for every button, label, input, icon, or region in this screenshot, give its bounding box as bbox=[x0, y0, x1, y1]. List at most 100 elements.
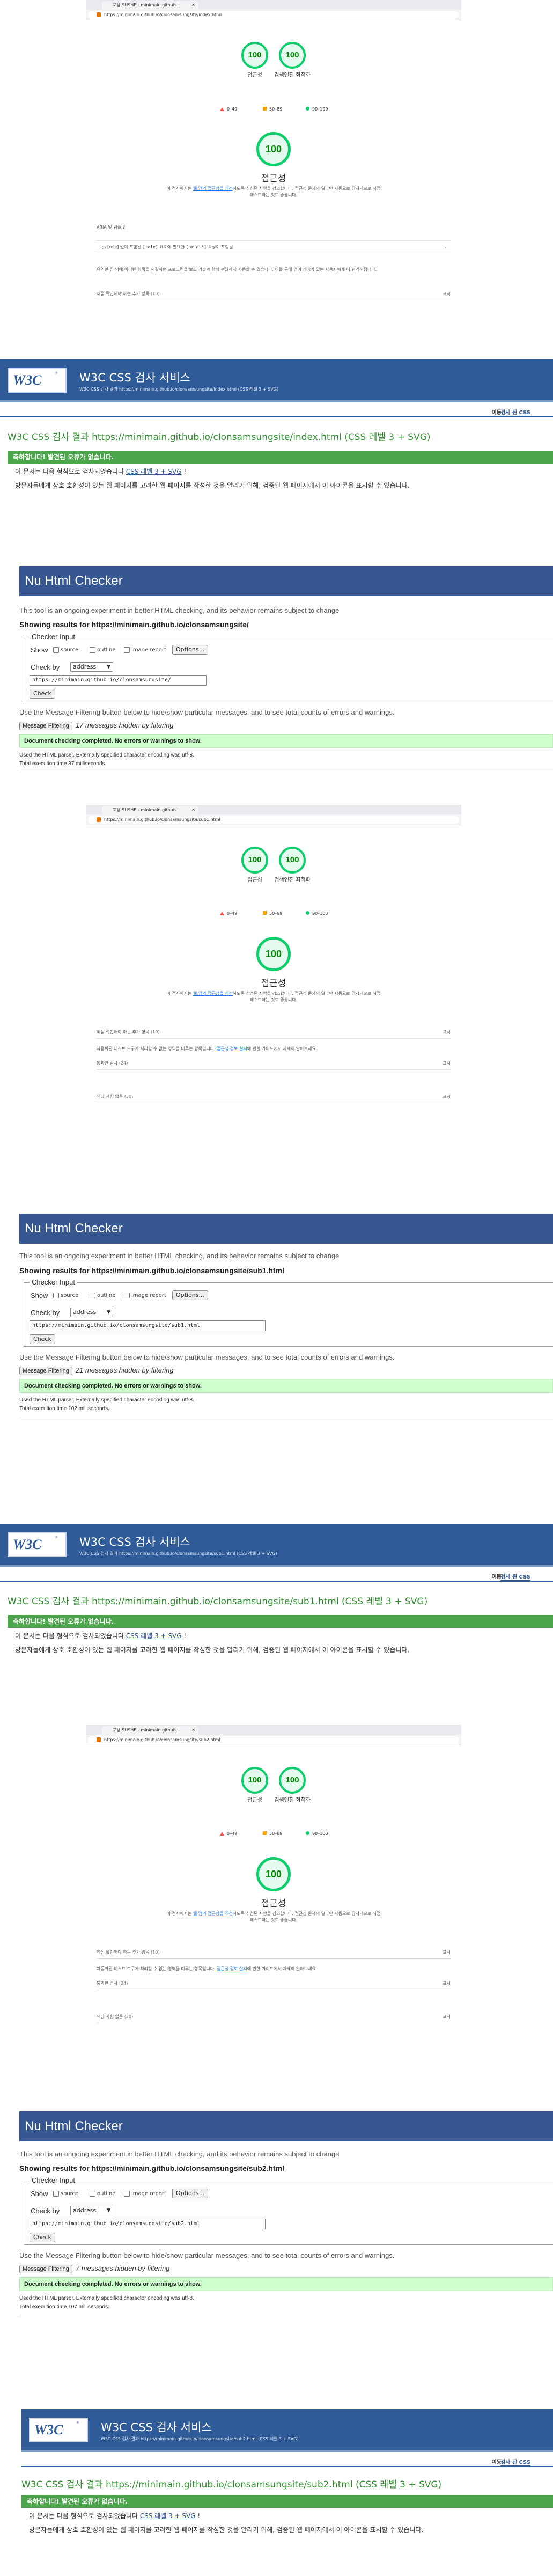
execution-time: Total execution time 107 milliseconds. bbox=[19, 2304, 109, 2310]
gauge-accessibility[interactable]: 100 bbox=[241, 847, 268, 874]
fieldset-legend: Checker Input bbox=[30, 633, 77, 641]
square-icon bbox=[263, 1831, 267, 1835]
url-input[interactable]: https://minimain.github.io/clonsamsungsi… bbox=[30, 2219, 266, 2229]
browser-tab[interactable]: 포용 SUSHE - minimain.github.i ✕ bbox=[102, 1, 198, 10]
chevron-down-icon: ▼ bbox=[107, 664, 110, 670]
chevron-down-icon: ⌄ bbox=[444, 245, 447, 249]
outline-checkbox[interactable] bbox=[90, 2191, 95, 2197]
gauge-accessibility[interactable]: 100 bbox=[241, 1767, 268, 1794]
w3c-logo[interactable]: W3C ® bbox=[8, 1532, 67, 1557]
checkbox-label: source bbox=[61, 647, 79, 653]
audit-group-manual[interactable]: 직접 확인해야 하는 추가 항목 (10) 표시 bbox=[97, 1026, 451, 1039]
show-toggle[interactable]: 표시 bbox=[443, 1026, 451, 1039]
close-icon[interactable]: ✕ bbox=[191, 1726, 195, 1735]
options-button[interactable]: Options... bbox=[172, 1290, 208, 1300]
audit-group-na[interactable]: 해당 사항 없음 (30) 표시 bbox=[97, 2010, 451, 2023]
w3c-logo[interactable]: W3C ® bbox=[29, 2418, 88, 2442]
legend-pass: 90–100 bbox=[306, 107, 328, 112]
outline-checkbox[interactable] bbox=[90, 647, 95, 653]
checked-css-link[interactable]: 검사 된 CSS bbox=[500, 408, 530, 416]
audit-group-passed[interactable]: 통과한 검사 (24) 표시 bbox=[97, 1977, 451, 1990]
audit-group-manual[interactable]: 직접 확인해야 하는 추가 항목 (10) 표시 bbox=[97, 288, 451, 300]
image-report-checkbox[interactable] bbox=[124, 1293, 130, 1298]
w3c-header: W3C ® W3C CSS 검사 서비스 W3C CSS 검사 결과 https:… bbox=[0, 359, 553, 402]
audit-group-manual[interactable]: 직접 확인해야 하는 추가 항목 (10) 표시 bbox=[97, 1946, 451, 1959]
checker-input-fieldset: Checker Input Show source outline image … bbox=[24, 633, 553, 701]
nu-showing-results: Showing results for https://minimain.git… bbox=[19, 1266, 284, 1275]
message-filtering-button[interactable]: Message Filtering bbox=[19, 722, 72, 730]
review-guide-link[interactable]: 접근성 검토 실시 bbox=[217, 1966, 247, 1971]
accessibility-link[interactable]: 웹 앱의 접근성을 개선 bbox=[193, 1911, 233, 1916]
tab-title: 포용 SUSHE - minimain.github.i bbox=[113, 3, 179, 8]
show-toggle[interactable]: 표시 bbox=[443, 1090, 451, 1103]
show-toggle[interactable]: 표시 bbox=[443, 1946, 451, 1959]
lighthouse-report-index: 포용 SUSHE - minimain.github.i ✕ https://mi… bbox=[86, 0, 461, 343]
image-report-checkbox[interactable] bbox=[124, 2191, 130, 2197]
show-toggle[interactable]: 표시 bbox=[443, 288, 451, 300]
review-guide-link[interactable]: 접근성 검토 실시 bbox=[217, 1046, 247, 1051]
source-checkbox[interactable] bbox=[53, 1293, 59, 1298]
audit-group-passed[interactable]: 통과한 검사 (24) 표시 bbox=[97, 1057, 451, 1070]
css-level-link[interactable]: CSS 레벨 3 + SVG bbox=[140, 2512, 196, 2520]
w3c-header: W3C ® W3C CSS 검사 서비스 W3C CSS 검사 결과 https:… bbox=[21, 2409, 553, 2452]
message-filter-row: Message Filtering 7 messages hidden by fi… bbox=[19, 2264, 169, 2273]
options-button[interactable]: Options... bbox=[172, 645, 208, 655]
css-level-link[interactable]: CSS 레벨 3 + SVG bbox=[126, 1632, 182, 1640]
accessibility-link[interactable]: 웹 앱의 접근성을 개선 bbox=[193, 991, 233, 996]
source-checkbox[interactable] bbox=[53, 2191, 59, 2197]
css-level-link[interactable]: CSS 레벨 3 + SVG bbox=[126, 468, 182, 475]
close-icon[interactable]: ✕ bbox=[191, 1, 195, 10]
checked-css-link[interactable]: 검사 된 CSS bbox=[500, 1572, 530, 1581]
success-message: Document checking completed. No errors o… bbox=[19, 734, 553, 748]
url-input[interactable]: https://minimain.github.io/clonsamsungsi… bbox=[30, 675, 207, 686]
tab-strip: 포용 SUSHE - minimain.github.i ✕ bbox=[86, 805, 461, 814]
check-by-select[interactable]: address ▼ bbox=[70, 2206, 113, 2215]
browser-tab[interactable]: 포용 SUSHE - minimain.github.i ✕ bbox=[102, 1726, 198, 1735]
close-icon[interactable]: ✕ bbox=[191, 806, 195, 814]
audit-group-na[interactable]: 해당 사항 없음 (30) 표시 bbox=[97, 1090, 451, 1103]
url-input[interactable]: https://minimain.github.io/clonsamsungsi… bbox=[30, 1320, 266, 1331]
w3c-title: W3C CSS 검사 서비스 bbox=[79, 1536, 190, 1548]
w3c-valid-line: 이 문서는 다음 형식으로 검사되었습니다 CSS 레벨 3 + SVG ! bbox=[15, 468, 187, 475]
w3c-result-heading: W3C CSS 검사 결과 https://minimain.github.io… bbox=[21, 2479, 442, 2490]
check-button[interactable]: Check bbox=[30, 1334, 55, 1344]
check-button[interactable]: Check bbox=[30, 2233, 55, 2242]
accessibility-link[interactable]: 웹 앱의 접근성을 개선 bbox=[193, 186, 233, 191]
show-toggle[interactable]: 표시 bbox=[443, 1057, 451, 1070]
message-filter-row: Message Filtering 17 messages hidden by f… bbox=[19, 721, 174, 730]
options-button[interactable]: Options... bbox=[172, 2189, 208, 2198]
legend-average: 50–89 bbox=[263, 107, 282, 112]
browser-tab[interactable]: 포용 SUSHE - minimain.github.i ✕ bbox=[102, 806, 198, 814]
source-checkbox[interactable] bbox=[53, 647, 59, 653]
parser-info: Used the HTML parser. Externally specifi… bbox=[19, 2295, 194, 2301]
show-toggle[interactable]: 표시 bbox=[443, 1977, 451, 1990]
legend-fail: 0–49 bbox=[220, 911, 237, 916]
check-button[interactable]: Check bbox=[30, 689, 55, 699]
gauge-accessibility[interactable]: 100 bbox=[241, 42, 268, 69]
success-message: Document checking completed. No errors o… bbox=[19, 1379, 553, 1393]
outline-checkbox[interactable] bbox=[90, 1293, 95, 1298]
circle-icon bbox=[306, 911, 309, 915]
message-filtering-button[interactable]: Message Filtering bbox=[19, 2265, 72, 2273]
checkbox-label: outline bbox=[97, 2191, 116, 2197]
filter-hint: Use the Message Filtering button below t… bbox=[19, 708, 395, 716]
address-bar[interactable]: https://minimain.github.io/clonsamsungsi… bbox=[88, 816, 459, 824]
parser-info: Used the HTML parser. Externally specifi… bbox=[19, 752, 194, 758]
message-filtering-button[interactable]: Message Filtering bbox=[19, 1367, 72, 1375]
audit-item[interactable]: [role] 값이 포함된 [role] 요소에 필요한 [aria-*] 속성… bbox=[97, 240, 451, 253]
gauge-seo[interactable]: 100 bbox=[279, 847, 306, 874]
check-by-select[interactable]: address ▼ bbox=[70, 662, 113, 672]
gauge-seo[interactable]: 100 bbox=[279, 42, 306, 69]
checked-css-link[interactable]: 검사 된 CSS bbox=[500, 2457, 530, 2466]
filter-hint: Use the Message Filtering button below t… bbox=[19, 2251, 395, 2259]
w3c-logo[interactable]: W3C ® bbox=[8, 368, 67, 393]
image-report-checkbox[interactable] bbox=[124, 647, 130, 653]
show-toggle[interactable]: 표시 bbox=[443, 2010, 451, 2023]
big-gauge: 100 bbox=[256, 1857, 291, 1891]
success-message: Document checking completed. No errors o… bbox=[19, 2277, 553, 2291]
checkbox-label: image report bbox=[131, 647, 166, 653]
address-bar[interactable]: https://minimain.github.io/clonsamsungsi… bbox=[88, 11, 459, 19]
address-bar[interactable]: https://minimain.github.io/clonsamsungsi… bbox=[88, 1736, 459, 1744]
check-by-select[interactable]: address ▼ bbox=[70, 1308, 113, 1317]
gauge-seo[interactable]: 100 bbox=[279, 1767, 306, 1794]
